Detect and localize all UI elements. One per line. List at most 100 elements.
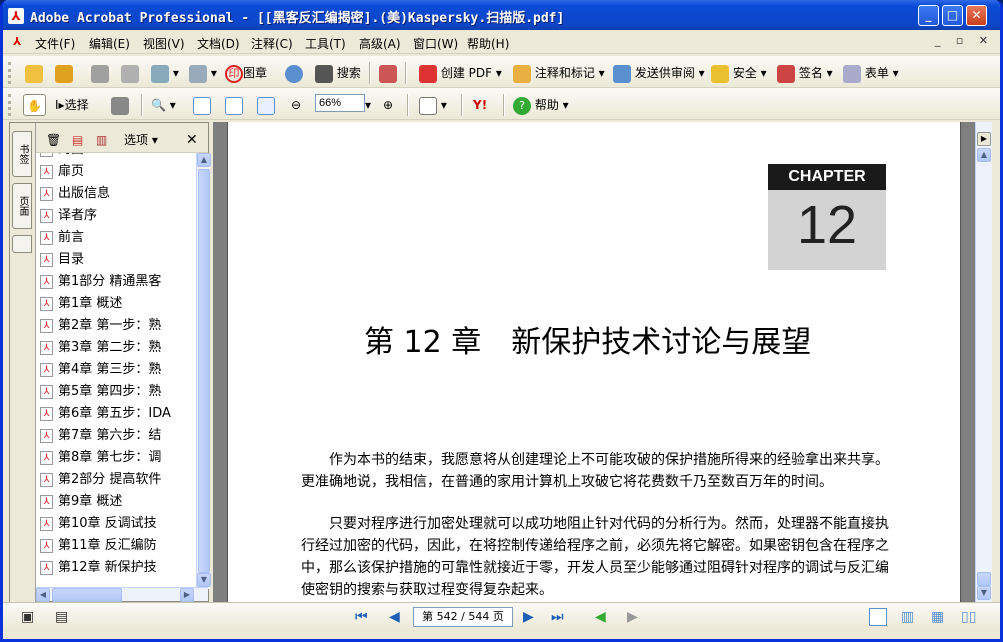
document-vertical-scrollbar[interactable]: ▶ ▲ ▼ (975, 122, 992, 602)
first-page-icon[interactable]: ⏮ (355, 608, 368, 626)
help-button[interactable]: ? 帮助 ▾ (513, 94, 569, 116)
page-number-field[interactable]: 第 542 / 544 页 (413, 607, 513, 627)
bookmark-item[interactable]: ⅄ 第2章 第一步：熟 (40, 315, 196, 337)
bookmark-item[interactable]: ⅄ 第9章 概述 (40, 491, 196, 513)
actual-size-button[interactable] (193, 94, 211, 116)
menu-file[interactable]: 文件(F) (35, 35, 75, 52)
maximize-button[interactable]: □ (942, 5, 963, 26)
bookmark-item[interactable]: ⅄ 第2部分 提高软件 (40, 469, 196, 491)
horizontal-scrollbar-thumb[interactable] (52, 588, 122, 602)
fit-width-button[interactable] (257, 94, 275, 116)
bookmarks-vertical-scrollbar[interactable]: ▲ ▼ (196, 153, 211, 589)
comment-markup-button[interactable]: 注释和标记 ▾ (513, 62, 605, 84)
scroll-up-arrow-icon[interactable]: ▲ (197, 153, 211, 167)
previous-page-icon[interactable]: ◀ (389, 608, 400, 626)
next-view-icon[interactable]: ▶ (627, 608, 638, 626)
tab-more[interactable] (12, 235, 32, 253)
minimize-button[interactable]: _ (918, 5, 939, 26)
zoom-in-button[interactable]: ⊕ (383, 94, 393, 116)
panel-toggle-arrow-icon[interactable]: ▶ (977, 132, 991, 146)
tab-pages[interactable]: 页面 (12, 183, 32, 229)
document-window-controls[interactable]: _ ▫ ✕ (935, 34, 994, 47)
zoom-dropdown-arrow[interactable]: ▾ (365, 94, 371, 116)
bookmark-item[interactable]: ⅄ 第6章 第五步：IDA (40, 403, 196, 425)
attach-button[interactable]: ▾ (189, 62, 217, 84)
document-view[interactable]: CHAPTER 12 第 12 章 新保护技术讨论与展望 作为本书的结束，我愿意… (213, 122, 975, 602)
organizer-button[interactable] (55, 62, 73, 84)
bookmark-item[interactable]: ⅄ 第7章 第六步：结 (40, 425, 196, 447)
bookmark-item[interactable]: ⅄ 封面 (40, 153, 196, 161)
bookmark-item[interactable]: ⅄ 第12章 新保护技 (40, 557, 196, 579)
menu-tools[interactable]: 工具(T) (305, 35, 346, 52)
bookmark-item[interactable]: ⅄ 出版信息 (40, 183, 196, 205)
expand-bookmark-icon[interactable]: ▤ (72, 129, 83, 151)
scrollbar-thumb[interactable] (977, 572, 991, 586)
title-bar[interactable]: ⅄ Adobe Acrobat Professional - [[黑客反汇编揭密… (3, 0, 1000, 30)
bookmark-item[interactable]: ⅄ 前言 (40, 227, 196, 249)
bookmark-item[interactable]: ⅄ 第5章 第四步：熟 (40, 381, 196, 403)
continuous-icon[interactable]: ▥ (901, 608, 914, 626)
menu-document[interactable]: 文档(D) (197, 35, 240, 52)
trash-icon[interactable]: 🗑 (46, 129, 61, 151)
close-panel-icon[interactable]: ✕ (186, 129, 198, 151)
last-page-icon[interactable]: ⏭ (551, 608, 564, 626)
zoom-out-button[interactable]: ⊖ (291, 94, 301, 116)
hand-tool-button[interactable]: ✋ (23, 94, 46, 116)
menu-edit[interactable]: 编辑(E) (89, 35, 130, 52)
bookmark-item[interactable]: ⅄ 第4章 第三步：熟 (40, 359, 196, 381)
open-button[interactable] (25, 62, 43, 84)
edit-tool-button[interactable] (379, 62, 397, 84)
scroll-up-arrow-icon[interactable]: ▲ (977, 148, 991, 162)
continuous-facing-icon[interactable]: ▯▯ (961, 608, 976, 626)
snapshot-button[interactable] (111, 94, 129, 116)
menu-advanced[interactable]: 高级(A) (359, 35, 401, 52)
page-size-icon[interactable]: ▤ (55, 608, 68, 626)
email-button[interactable]: ▾ (151, 62, 179, 84)
toolbar-grip[interactable] (8, 62, 11, 84)
scrollbar-thumb[interactable] (198, 169, 210, 573)
bookmark-item[interactable]: ⅄ 第10章 反调试技 (40, 513, 196, 535)
scroll-down-arrow-icon[interactable]: ▼ (197, 573, 211, 587)
new-bookmark-icon[interactable]: ▥ (96, 129, 107, 151)
print-button[interactable] (121, 62, 139, 84)
previous-view-icon[interactable]: ◀ (595, 608, 606, 626)
sign-button[interactable]: 签名 ▾ (777, 62, 833, 84)
stamp-button[interactable]: 印图章 (225, 62, 267, 84)
find-button[interactable] (285, 62, 303, 84)
tab-bookmarks[interactable]: 书签 (12, 131, 32, 177)
bookmark-item[interactable]: ⅄ 第3章 第二步：熟 (40, 337, 196, 359)
bookmark-item[interactable]: ⅄ 第1部分 精通黑客 (40, 271, 196, 293)
create-pdf-button[interactable]: 创建 PDF ▾ (419, 62, 502, 84)
bookmark-item[interactable]: ⅄ 第8章 第七步：调 (40, 447, 196, 469)
bookmark-item[interactable]: ⅄ 扉页 (40, 161, 196, 183)
select-tool-button[interactable]: I▸选择 (55, 94, 89, 116)
menu-window[interactable]: 窗口(W) (413, 35, 458, 52)
options-menu[interactable]: 选项 ▾ (124, 129, 158, 151)
bookmark-item[interactable]: ⅄ 目录 (40, 249, 196, 271)
menu-view[interactable]: 视图(V) (143, 35, 185, 52)
bookmark-item[interactable]: ⅄ 第11章 反汇编防 (40, 535, 196, 557)
facing-icon[interactable]: ▦ (931, 608, 944, 626)
zoom-tool-button[interactable]: 🔍 ▾ (151, 94, 176, 116)
close-button[interactable]: ✕ (966, 5, 987, 26)
forms-button[interactable]: 表单 ▾ (843, 62, 899, 84)
scroll-left-arrow-icon[interactable]: ◀ (36, 588, 50, 602)
yahoo-button[interactable]: Y! (473, 94, 487, 116)
fit-page-button[interactable] (225, 94, 243, 116)
rotate-view-button[interactable]: ▾ (419, 94, 447, 116)
next-page-icon[interactable]: ▶ (523, 608, 534, 626)
save-button[interactable] (91, 62, 109, 84)
single-page-icon[interactable] (869, 608, 887, 626)
menu-comments[interactable]: 注释(C) (251, 35, 293, 52)
secure-button[interactable]: 安全 ▾ (711, 62, 767, 84)
toolbar-grip[interactable] (8, 94, 11, 116)
bookmark-item[interactable]: ⅄ 第1章 概述 (40, 293, 196, 315)
scroll-down-arrow-icon[interactable]: ▼ (977, 586, 991, 600)
menu-help[interactable]: 帮助(H) (467, 35, 509, 52)
scroll-right-arrow-icon[interactable]: ▶ (180, 588, 194, 602)
search-button[interactable]: 搜索 (315, 62, 361, 84)
zoom-input[interactable] (315, 94, 365, 112)
bookmarks-horizontal-scrollbar[interactable]: ◀ ▶ (36, 587, 208, 602)
monitor-icon[interactable]: ▣ (21, 608, 34, 626)
bookmark-item[interactable]: ⅄ 译者序 (40, 205, 196, 227)
